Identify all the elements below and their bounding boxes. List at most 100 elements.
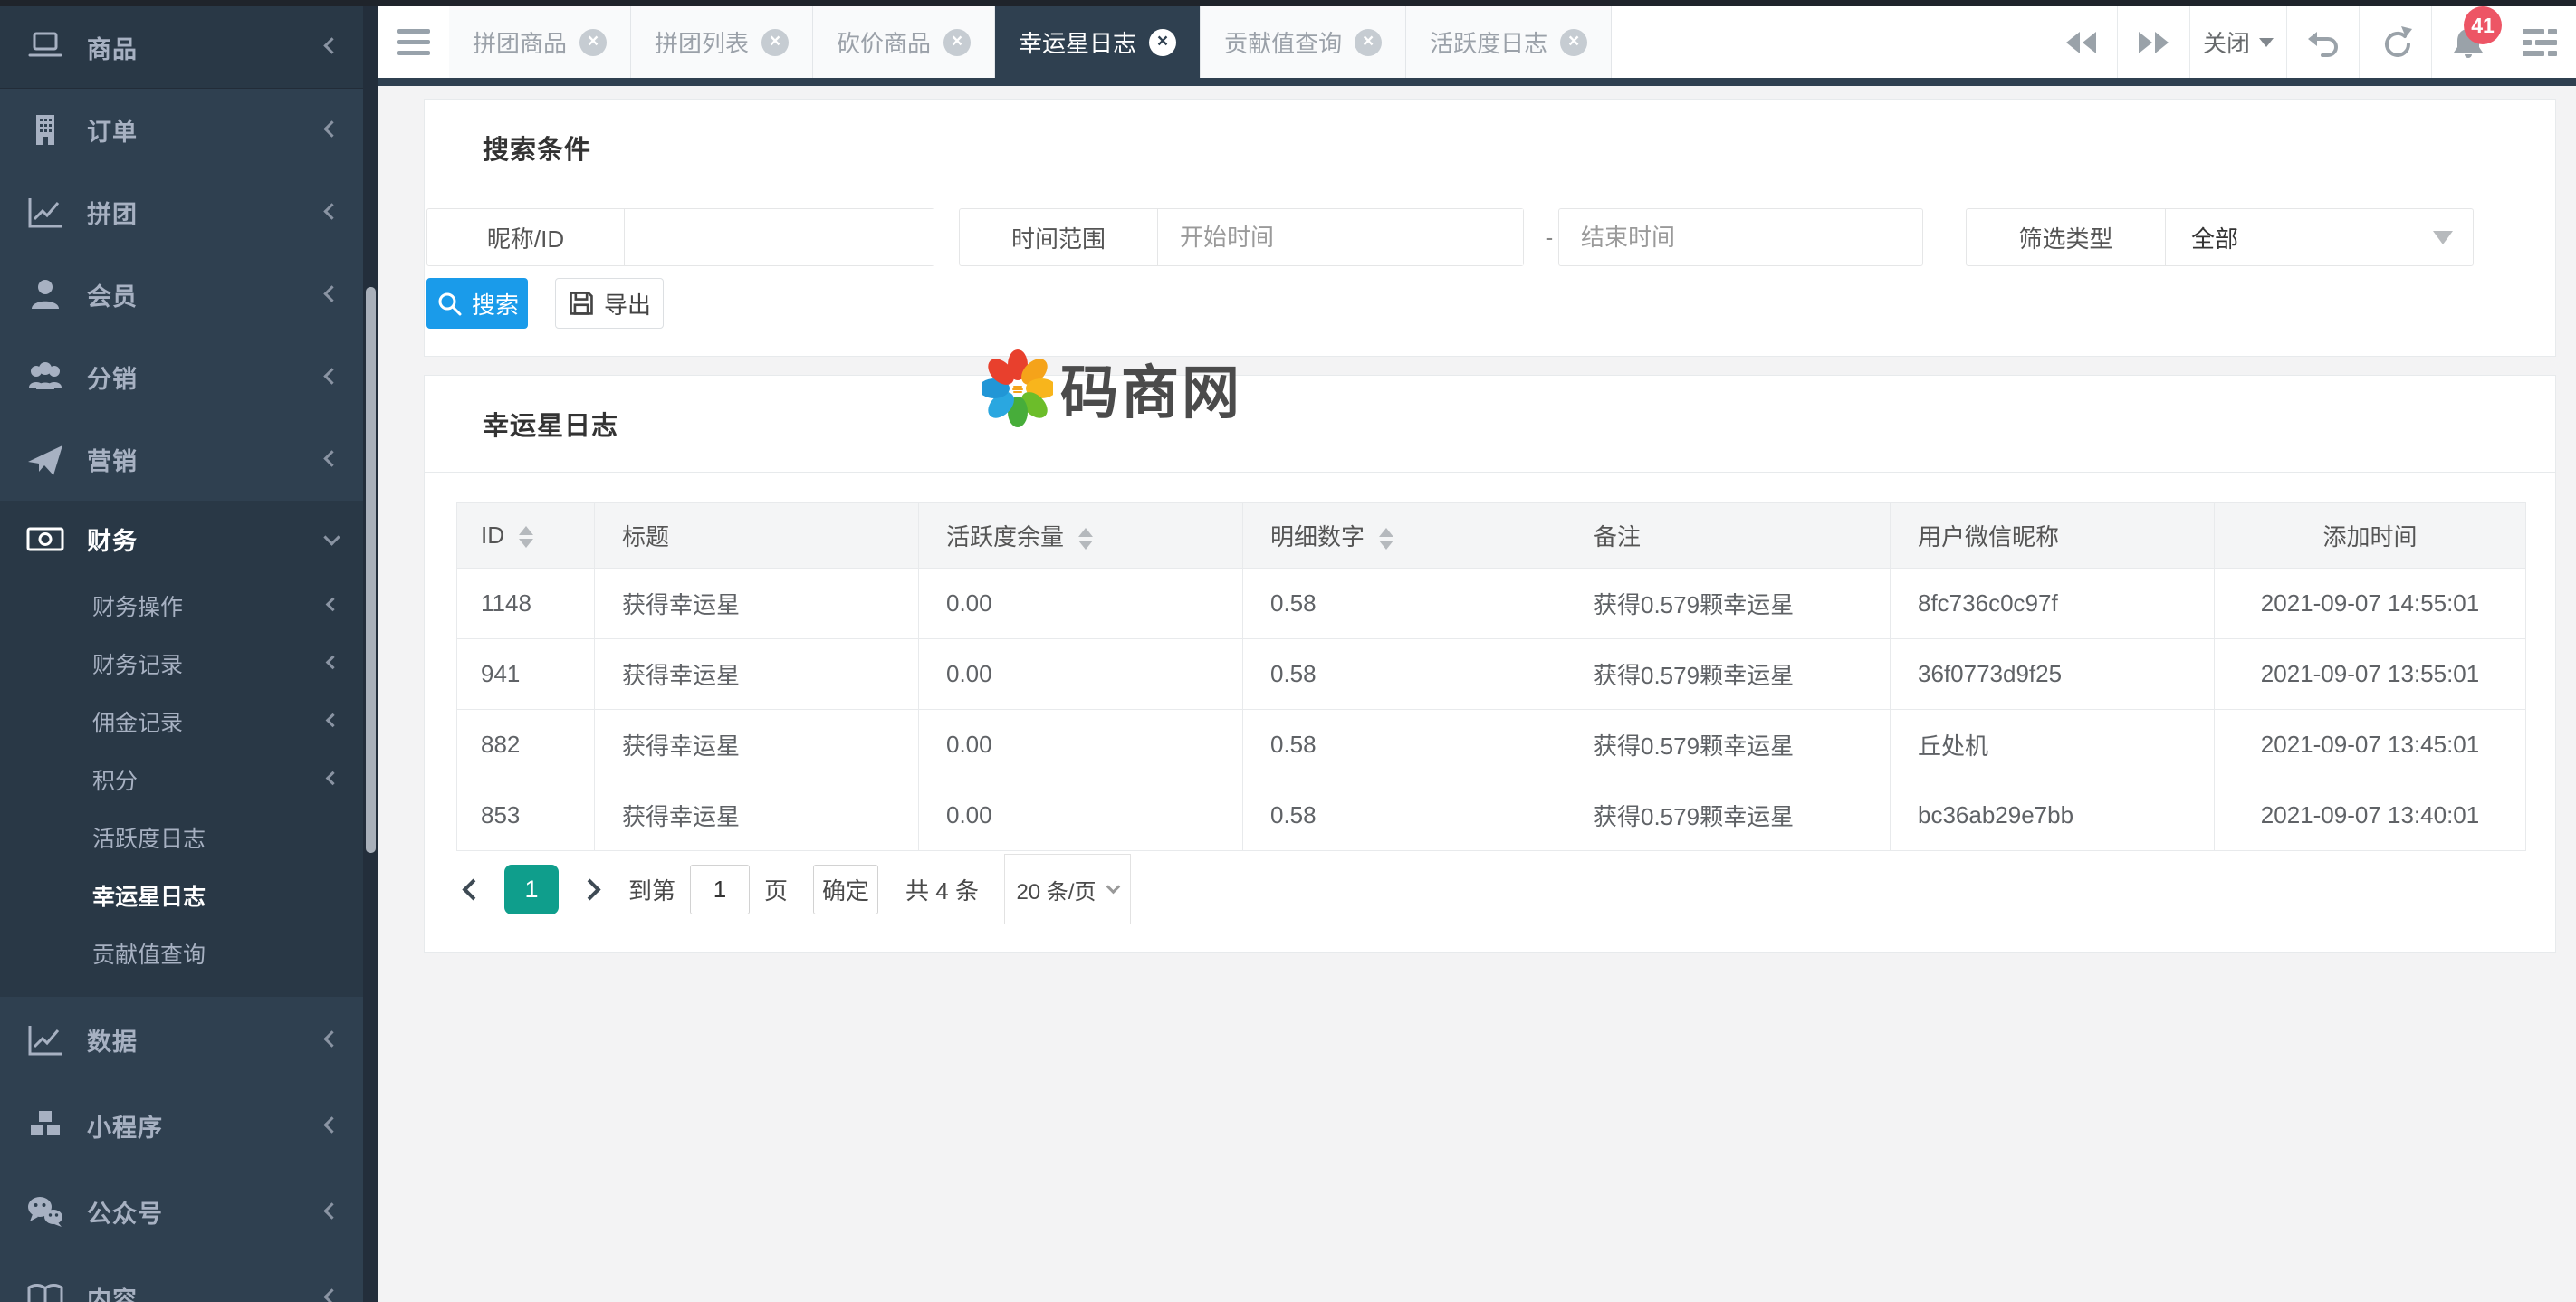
close-tab-icon[interactable]: ×	[761, 29, 789, 56]
sidebar-item-label: 拼团	[87, 195, 138, 230]
filter-type-value: 全部	[2191, 221, 2238, 254]
sidebar-subitem-points[interactable]: 积分	[0, 751, 378, 809]
col-header-detail-number[interactable]: 明细数字	[1243, 503, 1566, 569]
tab-activity-log[interactable]: 活跃度日志 ×	[1406, 6, 1612, 78]
prev-page-button[interactable]	[462, 878, 484, 900]
sidebar-item-official-account[interactable]: 公众号	[0, 1169, 378, 1255]
cell-id: 1148	[457, 569, 595, 639]
close-tabs-label: 关闭	[2203, 25, 2250, 59]
chevron-left-icon	[323, 450, 340, 466]
cell-add-time: 2021-09-07 13:40:01	[2215, 780, 2526, 851]
table-row: 941 获得幸运星 0.00 0.58 获得0.579颗幸运星 36f0773d…	[457, 639, 2526, 710]
cell-title: 获得幸运星	[595, 569, 919, 639]
tab-contribution-query[interactable]: 贡献值查询 ×	[1201, 6, 1406, 78]
user-icon	[25, 277, 65, 313]
cell-add-time: 2021-09-07 13:55:01	[2215, 639, 2526, 710]
nickname-input[interactable]	[625, 209, 934, 265]
sidebar-item-goods[interactable]: 商品	[0, 6, 378, 89]
cell-activity-balance: 0.00	[919, 710, 1243, 780]
notifications-button[interactable]: 41	[2431, 6, 2504, 78]
table-header-row: ID 标题 活跃度余量 明细数字 备注 用户微信昵称 添加时间	[457, 503, 2526, 569]
sidebar-item-miniprogram[interactable]: 小程序	[0, 1083, 378, 1169]
sidebar-item-label: 财务	[87, 522, 138, 557]
sidebar-item-content[interactable]: 内容	[0, 1255, 378, 1302]
chevron-left-icon	[323, 1030, 340, 1047]
scroll-tabs-left-button[interactable]	[2045, 6, 2117, 78]
close-tab-icon[interactable]: ×	[1355, 29, 1382, 56]
chevron-left-icon	[326, 713, 340, 728]
time-range-label: 时间范围	[960, 209, 1158, 265]
sidebar-item-members[interactable]: 会员	[0, 254, 378, 336]
chevron-left-icon	[323, 368, 340, 384]
close-tab-icon[interactable]: ×	[1560, 29, 1587, 56]
sidebar-subitem-finance-ops[interactable]: 财务操作	[0, 577, 378, 635]
current-page-button[interactable]: 1	[504, 865, 559, 914]
col-header-id[interactable]: ID	[457, 503, 595, 569]
chart-line-icon	[25, 195, 65, 231]
col-header-activity-balance[interactable]: 活跃度余量	[919, 503, 1243, 569]
sidebar-item-orders[interactable]: 订单	[0, 89, 378, 171]
sidebar-item-data[interactable]: 数据	[0, 997, 378, 1083]
sidebar-item-finance[interactable]: 财务	[0, 501, 378, 577]
chevron-down-icon	[323, 529, 340, 545]
sidebar-subitem-finance-records[interactable]: 财务记录	[0, 635, 378, 693]
back-button[interactable]	[2286, 6, 2359, 78]
next-page-button[interactable]	[579, 878, 600, 900]
sidebar-subitem-activity-log[interactable]: 活跃度日志	[0, 809, 378, 866]
sidebar-item-groupbuy[interactable]: 拼团	[0, 171, 378, 254]
chevron-left-icon	[326, 598, 340, 612]
paper-plane-icon	[25, 442, 65, 478]
subitem-label: 财务记录	[92, 647, 183, 680]
task-list-button[interactable]	[2504, 6, 2576, 78]
export-button[interactable]: 导出	[555, 278, 664, 329]
sidebar-subitem-luckystar-log[interactable]: 幸运星日志	[0, 866, 378, 924]
goto-page-input[interactable]	[690, 865, 750, 914]
start-time-input[interactable]	[1158, 209, 1523, 265]
close-tab-icon[interactable]: ×	[579, 29, 607, 56]
end-time-input[interactable]	[1558, 208, 1923, 266]
nickname-input-group: 昵称/ID	[426, 208, 934, 266]
tab-groupbuy-goods[interactable]: 拼团商品 ×	[449, 6, 631, 78]
sidebar-subitem-commission-records[interactable]: 佣金记录	[0, 693, 378, 751]
sidebar-section-finance: 财务 财务操作 财务记录 佣金记录 积分 活跃度日志 幸运星日志 贡献值查询	[0, 501, 378, 997]
scroll-tabs-right-button[interactable]	[2117, 6, 2189, 78]
sidebar-subitem-contribution-query[interactable]: 贡献值查询	[0, 924, 378, 982]
sort-icon[interactable]	[519, 526, 533, 548]
sort-icon[interactable]	[1078, 528, 1093, 550]
tab-luckystar-log[interactable]: 幸运星日志 ×	[995, 6, 1201, 78]
users-icon	[25, 359, 65, 396]
page-size-select[interactable]: 20 条/页	[1004, 854, 1131, 924]
tab-bargain-goods[interactable]: 砍价商品 ×	[813, 6, 995, 78]
cell-add-time: 2021-09-07 14:55:01	[2215, 569, 2526, 639]
cubes-icon	[25, 1108, 65, 1144]
filter-type-select[interactable]: 全部	[2166, 209, 2473, 265]
search-button[interactable]: 搜索	[426, 278, 528, 329]
sidebar-item-distribution[interactable]: 分销	[0, 336, 378, 418]
close-tab-icon[interactable]: ×	[1149, 29, 1176, 56]
notification-badge: 41	[2464, 6, 2502, 44]
goto-confirm-button[interactable]: 确定	[813, 865, 878, 914]
close-tab-icon[interactable]: ×	[943, 29, 971, 56]
tab-label: 贡献值查询	[1224, 25, 1342, 59]
filter-type-group: 筛选类型 全部	[1966, 208, 2474, 266]
sidebar-item-label: 订单	[87, 112, 138, 148]
sidebar-scrollbar-thumb[interactable]	[366, 287, 376, 853]
sidebar-item-label: 公众号	[87, 1194, 163, 1230]
hamburger-icon	[397, 29, 430, 34]
tab-groupbuy-list[interactable]: 拼团列表 ×	[631, 6, 813, 78]
subitem-label: 佣金记录	[92, 705, 183, 738]
search-panel-title: 搜索条件	[483, 129, 591, 167]
tab-label: 活跃度日志	[1430, 25, 1547, 59]
refresh-button[interactable]	[2359, 6, 2431, 78]
close-tabs-dropdown-button[interactable]: 关闭	[2189, 6, 2286, 78]
cell-activity-balance: 0.00	[919, 569, 1243, 639]
sidebar-item-label: 分销	[87, 359, 138, 395]
sidebar-item-marketing[interactable]: 营销	[0, 418, 378, 501]
col-header-wechat-nickname: 用户微信昵称	[1891, 503, 2215, 569]
sort-icon[interactable]	[1379, 528, 1393, 550]
sidebar-item-label: 商品	[87, 30, 138, 65]
sidebar-item-label: 营销	[87, 442, 138, 477]
menu-toggle-button[interactable]	[378, 6, 449, 78]
topbar: 拼团商品 × 拼团列表 × 砍价商品 × 幸运星日志 × 贡献值查询 × 活跃度…	[378, 6, 2576, 78]
col-header-add-time: 添加时间	[2215, 503, 2526, 569]
